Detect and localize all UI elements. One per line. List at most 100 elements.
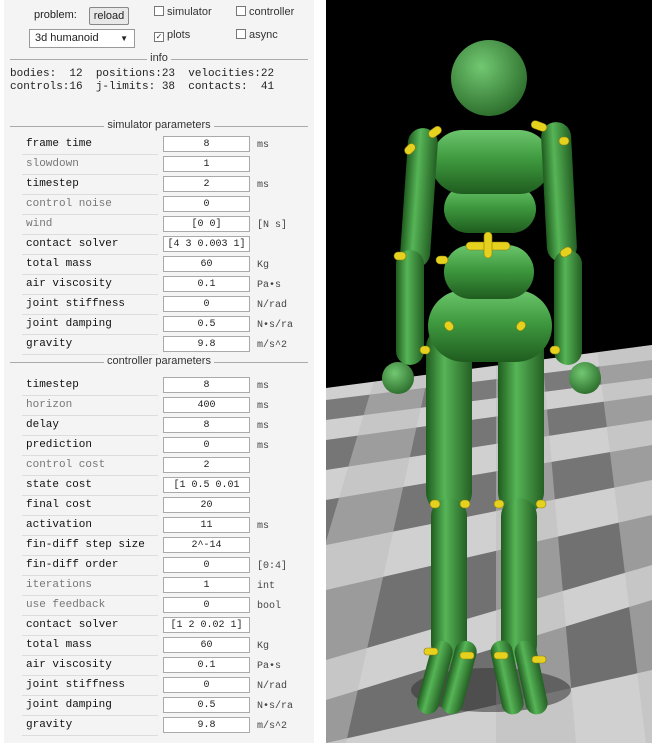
param-row: contact solver [4 3 0.003 1] [4, 235, 314, 255]
param-value-input[interactable]: 0.1 [163, 657, 250, 673]
param-row: joint stiffness 0 N/rad [4, 295, 314, 315]
param-label: timestep [26, 379, 79, 391]
param-value-input[interactable]: 0 [163, 677, 250, 693]
param-unit: N/rad [257, 681, 288, 692]
param-label: state cost [26, 479, 93, 491]
param-label: final cost [26, 499, 93, 511]
param-label: joint stiffness [26, 298, 126, 310]
param-value-input[interactable]: 60 [163, 637, 250, 653]
param-value-input[interactable]: 0.1 [163, 276, 250, 292]
problem-label: problem: [34, 9, 77, 21]
param-value-input[interactable]: 2^-14 [163, 537, 250, 553]
async-checkbox[interactable]: async [236, 29, 278, 42]
param-value-input[interactable]: 60 [163, 256, 250, 272]
param-row: joint stiffness 0 N/rad [4, 676, 314, 696]
param-value-input[interactable]: 400 [163, 397, 250, 413]
param-row: control cost 2 [4, 456, 314, 476]
info-title: info [4, 52, 314, 64]
param-value-input[interactable]: 0 [163, 296, 250, 312]
param-unit: ms [257, 140, 270, 151]
param-label: contact solver [26, 619, 119, 631]
param-row: fin-diff step size 2^-14 [4, 536, 314, 556]
param-value-input[interactable]: [1 0.5 0.01 [163, 477, 250, 493]
param-unit: m/s^2 [257, 721, 288, 732]
controller-parameters-title: controller parameters [4, 355, 314, 367]
info-line-1: bodies: 12 positions:23 velocities:22 [10, 68, 275, 80]
param-row: air viscosity 0.1 Pa•s [4, 275, 314, 295]
param-value-input[interactable]: 2 [163, 176, 250, 192]
param-value-input[interactable]: 0.5 [163, 316, 250, 332]
reload-button[interactable]: reload [89, 7, 129, 25]
param-label: iterations [26, 579, 93, 591]
param-label: activation [26, 519, 93, 531]
param-row: wind [0 0] [N s] [4, 215, 314, 235]
simulation-viewport[interactable] [326, 0, 652, 743]
param-label: joint stiffness [26, 679, 126, 691]
param-unit: ms [257, 521, 270, 532]
param-value-input[interactable]: 8 [163, 377, 250, 393]
param-row: delay 8 ms [4, 416, 314, 436]
checkbox-box [236, 29, 246, 39]
simulator-checkbox[interactable]: simulator [154, 6, 212, 19]
param-label: total mass [26, 258, 93, 270]
param-row: fin-diff order 0 [0:4] [4, 556, 314, 576]
param-label: control cost [26, 459, 106, 471]
param-unit: N•s/ra [257, 320, 294, 331]
param-value-input[interactable]: 1 [163, 577, 250, 593]
control-panel: problem: reload simulator controller 3d … [4, 0, 314, 743]
param-row: gravity 9.8 m/s^2 [4, 716, 314, 736]
param-label: timestep [26, 178, 79, 190]
param-label: gravity [26, 719, 73, 731]
param-unit: Kg [257, 641, 270, 652]
param-value-input[interactable]: [4 3 0.003 1] [163, 236, 250, 252]
param-unit: bool [257, 601, 282, 612]
param-value-input[interactable]: 9.8 [163, 336, 250, 352]
param-label: wind [26, 218, 53, 230]
param-value-input[interactable]: 20 [163, 497, 250, 513]
param-unit: N/rad [257, 300, 288, 311]
param-row: prediction 0 ms [4, 436, 314, 456]
param-value-input[interactable]: [1 2 0.02 1] [163, 617, 250, 633]
row-divider [22, 735, 158, 736]
param-value-input[interactable]: 9.8 [163, 717, 250, 733]
param-unit: ms [257, 381, 270, 392]
param-row: use feedback 0 bool [4, 596, 314, 616]
param-label: slowdown [26, 158, 79, 170]
param-row: total mass 60 Kg [4, 636, 314, 656]
param-row: frame time 8 ms [4, 135, 314, 155]
checkbox-box [236, 6, 246, 16]
param-value-input[interactable]: 0 [163, 437, 250, 453]
param-label: frame time [26, 138, 93, 150]
param-unit: N•s/ra [257, 701, 294, 712]
param-row: air viscosity 0.1 Pa•s [4, 656, 314, 676]
param-row: activation 11 ms [4, 516, 314, 536]
param-unit: m/s^2 [257, 340, 288, 351]
param-value-input[interactable]: 0.5 [163, 697, 250, 713]
param-row: state cost [1 0.5 0.01 [4, 476, 314, 496]
param-value-input[interactable]: [0 0] [163, 216, 250, 232]
param-value-input[interactable]: 8 [163, 417, 250, 433]
param-label: joint damping [26, 699, 112, 711]
param-value-input[interactable]: 2 [163, 457, 250, 473]
param-value-input[interactable]: 8 [163, 136, 250, 152]
param-unit: Pa•s [257, 661, 282, 672]
param-value-input[interactable]: 1 [163, 156, 250, 172]
checkbox-box [154, 6, 164, 16]
model-select[interactable]: 3d humanoid ▼ [29, 29, 135, 48]
controller-checkbox[interactable]: controller [236, 6, 294, 19]
plots-checkbox[interactable]: ✓ plots [154, 29, 190, 42]
param-row: control noise 0 [4, 195, 314, 215]
checkbox-checked-box: ✓ [154, 32, 164, 42]
param-value-input[interactable]: 0 [163, 557, 250, 573]
param-value-input[interactable]: 0 [163, 196, 250, 212]
param-label: horizon [26, 399, 73, 411]
param-value-input[interactable]: 11 [163, 517, 250, 533]
param-value-input[interactable]: 0 [163, 597, 250, 613]
param-unit: Pa•s [257, 280, 282, 291]
param-label: use feedback [26, 599, 106, 611]
param-unit: int [257, 581, 276, 592]
param-unit: ms [257, 401, 270, 412]
param-label: total mass [26, 639, 93, 651]
param-row: timestep 2 ms [4, 175, 314, 195]
param-unit: ms [257, 180, 270, 191]
